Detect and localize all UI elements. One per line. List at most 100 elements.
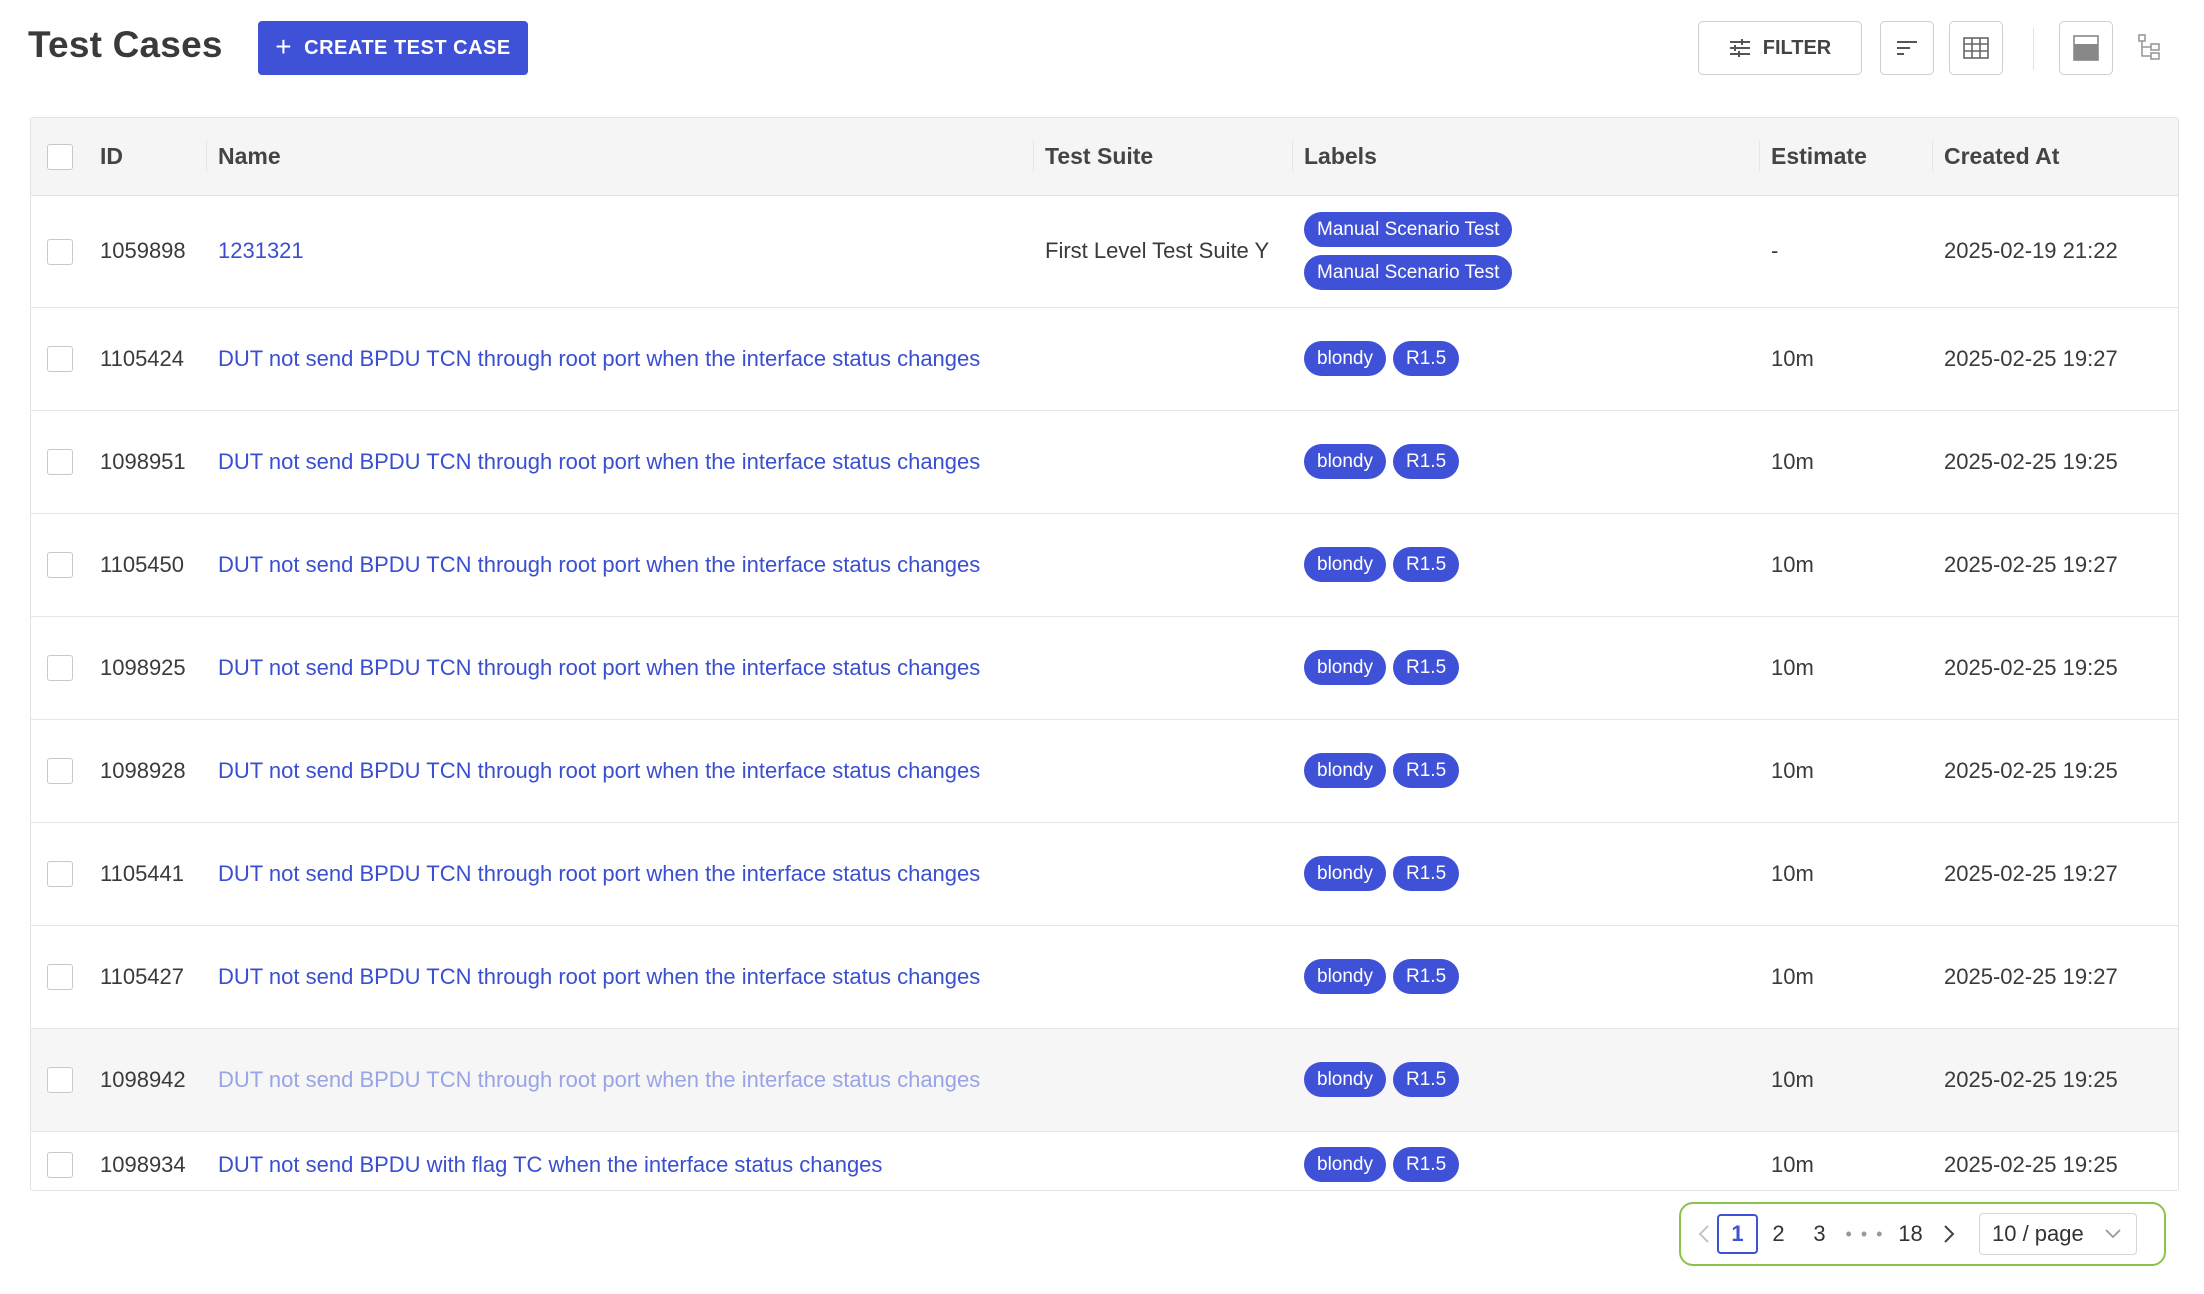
page-3-button[interactable]: 3 — [1799, 1214, 1840, 1254]
test-case-name-link[interactable]: 1231321 — [218, 233, 344, 269]
label-tag[interactable]: blondy — [1304, 650, 1386, 685]
label-tag[interactable]: R1.5 — [1393, 341, 1460, 376]
table-row[interactable]: 1098942 DUT not send BPDU TCN through ro… — [31, 1028, 2178, 1132]
row-checkbox[interactable] — [47, 1067, 73, 1094]
column-grid-icon — [1963, 37, 1989, 59]
filter-label: FILTER — [1762, 36, 1832, 59]
row-labels: blondy R1.5 — [1304, 444, 1759, 479]
row-labels: blondy R1.5 — [1304, 856, 1759, 891]
table-row[interactable]: 1098928 DUT not send BPDU TCN through ro… — [31, 719, 2178, 823]
test-case-name-link[interactable]: DUT not send BPDU TCN through root port … — [218, 547, 1020, 583]
table-row[interactable]: 1105424 DUT not send BPDU TCN through ro… — [31, 307, 2178, 411]
label-tag[interactable]: R1.5 — [1393, 856, 1460, 891]
test-case-name-link[interactable]: DUT not send BPDU TCN through root port … — [218, 753, 1020, 789]
row-labels: blondy R1.5 — [1304, 1062, 1759, 1097]
row-checkbox[interactable] — [47, 964, 73, 991]
column-header-created-at[interactable]: Created At — [1932, 118, 2178, 196]
label-tag[interactable]: R1.5 — [1393, 1147, 1460, 1183]
label-tag[interactable]: Manual Scenario Test — [1304, 255, 1513, 290]
page-18-button[interactable]: 18 — [1890, 1214, 1931, 1254]
table-row[interactable]: 1059898 1231321 First Level Test Suite Y… — [31, 195, 2178, 308]
sort-icon — [1897, 41, 1917, 55]
label-tag[interactable]: R1.5 — [1393, 1062, 1460, 1097]
next-page-button[interactable] — [1931, 1214, 1967, 1254]
label-tag[interactable]: R1.5 — [1393, 753, 1460, 788]
row-checkbox[interactable] — [47, 655, 73, 682]
test-case-name-link[interactable]: DUT not send BPDU with flag TC when the … — [218, 1147, 882, 1183]
row-checkbox[interactable] — [47, 552, 73, 579]
table-row[interactable]: 1098925 DUT not send BPDU TCN through ro… — [31, 616, 2178, 720]
column-header-name[interactable]: Name — [206, 118, 1033, 196]
label-tag[interactable]: R1.5 — [1393, 547, 1460, 582]
label-tag[interactable]: blondy — [1304, 753, 1386, 788]
row-created-at: 2025-02-19 21:22 — [1932, 195, 2178, 308]
test-case-name-link[interactable]: DUT not send BPDU TCN through root port … — [218, 650, 1020, 686]
create-test-case-label: CREATE TEST CASE — [304, 36, 511, 59]
prev-page-button[interactable] — [1691, 1214, 1717, 1254]
table-row[interactable]: 1105450 DUT not send BPDU TCN through ro… — [31, 513, 2178, 617]
page-size-select[interactable]: 10 / page — [1979, 1213, 2137, 1255]
row-id: 1098942 — [88, 1028, 206, 1132]
row-test-suite: First Level Test Suite Y — [1045, 238, 1270, 263]
row-labels: blondy R1.5 — [1304, 650, 1759, 685]
label-tag[interactable]: R1.5 — [1393, 959, 1460, 994]
row-id: 1105427 — [88, 925, 206, 1029]
row-labels: Manual Scenario Test Manual Scenario Tes… — [1304, 212, 1759, 290]
row-estimate: 10m — [1759, 925, 1932, 1029]
test-case-name-link[interactable]: DUT not send BPDU TCN through root port … — [218, 959, 1020, 995]
row-checkbox[interactable] — [47, 449, 73, 476]
row-id: 1105450 — [88, 513, 206, 617]
sort-button[interactable] — [1880, 21, 1934, 75]
page-1-button[interactable]: 1 — [1717, 1214, 1758, 1254]
label-tag[interactable]: Manual Scenario Test — [1304, 212, 1513, 247]
test-case-name-link[interactable]: DUT not send BPDU TCN through root port … — [218, 856, 1020, 892]
label-tag[interactable]: R1.5 — [1393, 650, 1460, 685]
label-tag[interactable]: blondy — [1304, 1062, 1386, 1097]
table-row[interactable]: 1098951 DUT not send BPDU TCN through ro… — [31, 410, 2178, 514]
row-checkbox[interactable] — [47, 758, 73, 785]
column-header-test-suite[interactable]: Test Suite — [1033, 118, 1292, 196]
row-estimate: 10m — [1759, 822, 1932, 926]
chevron-right-icon — [1944, 1225, 1955, 1243]
row-checkbox[interactable] — [47, 861, 73, 888]
table-row[interactable]: 1105441 DUT not send BPDU TCN through ro… — [31, 822, 2178, 926]
row-density-button[interactable] — [2059, 21, 2113, 75]
row-checkbox[interactable] — [47, 238, 73, 265]
label-tag[interactable]: blondy — [1304, 1147, 1386, 1183]
column-header-estimate[interactable]: Estimate — [1759, 118, 1932, 196]
table-row[interactable]: 1105427 DUT not send BPDU TCN through ro… — [31, 925, 2178, 1029]
row-id: 1098925 — [88, 616, 206, 720]
label-tag[interactable]: blondy — [1304, 547, 1386, 582]
label-tag[interactable]: blondy — [1304, 959, 1386, 994]
tree-view-button[interactable] — [2134, 31, 2166, 63]
columns-button[interactable] — [1949, 21, 2003, 75]
test-case-name-link[interactable]: DUT not send BPDU TCN through root port … — [218, 1062, 1020, 1098]
row-id: 1098928 — [88, 719, 206, 823]
row-id: 1105441 — [88, 822, 206, 926]
label-tag[interactable]: blondy — [1304, 856, 1386, 891]
row-estimate: 10m — [1759, 410, 1932, 514]
label-tag[interactable]: blondy — [1304, 341, 1386, 376]
column-header-labels[interactable]: Labels — [1292, 118, 1759, 196]
row-checkbox[interactable] — [47, 346, 73, 373]
row-labels: blondy R1.5 — [1304, 753, 1759, 788]
label-tag[interactable]: blondy — [1304, 444, 1386, 479]
page-ellipsis[interactable]: • • • — [1840, 1214, 1890, 1254]
page-2-button[interactable]: 2 — [1758, 1214, 1799, 1254]
create-test-case-button[interactable]: + CREATE TEST CASE — [258, 21, 528, 75]
row-checkbox[interactable] — [47, 1152, 73, 1179]
test-case-name-link[interactable]: DUT not send BPDU TCN through root port … — [218, 341, 1020, 377]
row-estimate: 10m — [1759, 513, 1932, 617]
column-header-id[interactable]: ID — [88, 118, 206, 196]
row-id: 1105424 — [88, 307, 206, 411]
filter-button[interactable]: FILTER — [1698, 21, 1862, 75]
pagination: 1 2 3 • • • 18 10 / page — [1679, 1202, 2166, 1266]
test-case-name-link[interactable]: DUT not send BPDU TCN through root port … — [218, 444, 1020, 480]
table-header-row: ID Name Test Suite Labels Estimate Creat… — [31, 118, 2178, 196]
table-row[interactable]: 1098934 DUT not send BPDU with flag TC w… — [31, 1131, 2178, 1190]
tree-view-icon — [2138, 34, 2160, 60]
select-all-checkbox[interactable] — [47, 144, 73, 171]
row-id: 1059898 — [88, 195, 206, 308]
filter-sliders-icon — [1729, 39, 1750, 57]
label-tag[interactable]: R1.5 — [1393, 444, 1460, 479]
